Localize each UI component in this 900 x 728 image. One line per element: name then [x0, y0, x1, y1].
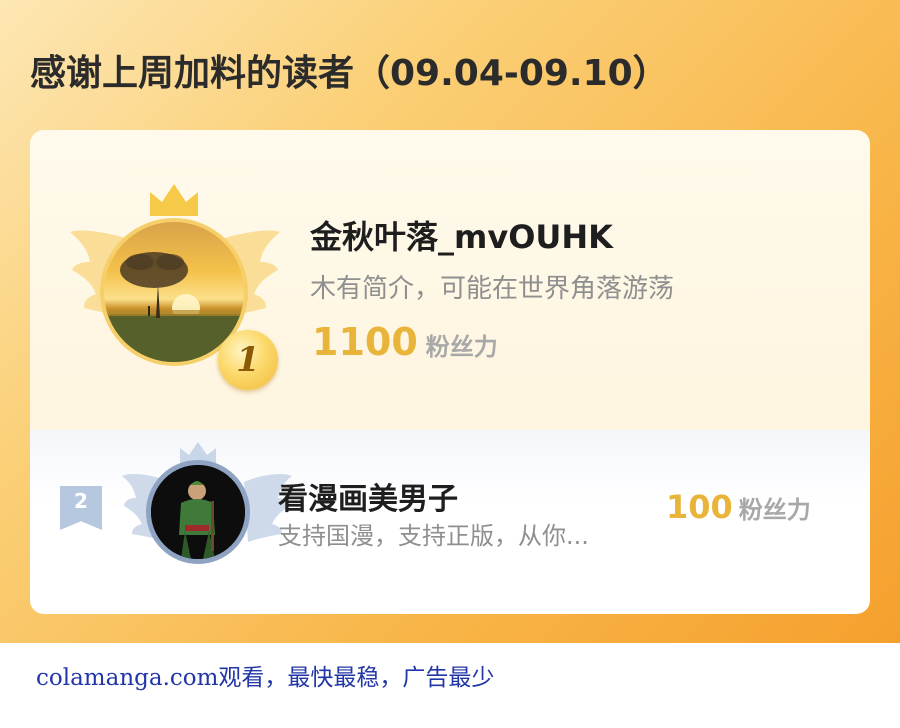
fans-count: 100 [666, 488, 733, 526]
rank-1-bio: 木有简介，可能在世界角落游荡 [310, 274, 675, 304]
avatar[interactable] [146, 460, 250, 564]
ranking-card: 1 金秋叶落_mvOUHK 木有简介，可能在世界角落游荡 1100粉丝力 2 [30, 130, 870, 614]
rank-2-bio: 支持国漫，支持正版，从你... [278, 522, 589, 550]
fans-unit: 粉丝力 [425, 333, 498, 361]
gold-medal-icon: 1 [218, 330, 278, 390]
rank-1-avatar-frame: 1 [70, 182, 280, 390]
fans-count: 1100 [312, 320, 418, 364]
fans-unit: 粉丝力 [738, 496, 811, 524]
rank-2-name[interactable]: 看漫画美男子 [278, 474, 458, 518]
watermark-text: colamanga.com观看，最快最稳，广告最少 [36, 665, 495, 691]
page-title: 感谢上周加料的读者（09.04-09.10） [30, 53, 669, 94]
rank-1-fans: 1100 粉丝力 [312, 320, 498, 364]
rank-2-fans: 100 粉丝力 [666, 488, 811, 526]
anime-swordsman-avatar [151, 465, 245, 559]
rank-1-name[interactable]: 金秋叶落_mvOUHK [310, 212, 613, 258]
supporters-banner: 感谢上周加料的读者（09.04-09.10） 1 金秋叶落_mvOUHK 木有简… [0, 0, 900, 643]
rank-2-avatar-frame [122, 440, 292, 570]
crown-icon [150, 184, 198, 216]
